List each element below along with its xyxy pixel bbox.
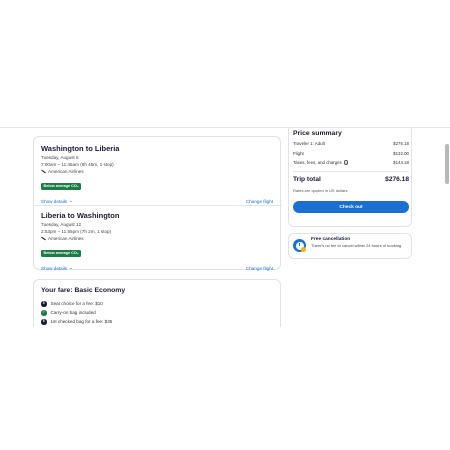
flight-leg-title: Liberia to Washington bbox=[41, 211, 120, 220]
flight-leg-airline: American Airlines bbox=[41, 236, 273, 241]
fare-item-text: Carry-on bag included bbox=[50, 310, 96, 316]
fare-item-text: Seat choice for a fee: $10 bbox=[50, 301, 103, 307]
traveler-row: Traveler 1: Adult $276.18 bbox=[293, 141, 409, 146]
chevron-down-icon: ⌄ bbox=[68, 265, 74, 270]
free-cancellation-card: Free cancellation There's no fee to canc… bbox=[288, 233, 412, 259]
flight-leg-links: Show details ⌄ Change flight bbox=[41, 198, 273, 204]
checkout-viewport: Washington to Liberia Tuesday, August 5 … bbox=[0, 127, 450, 327]
fare-title: Your fare: Basic Economy bbox=[41, 287, 126, 294]
trip-total-label: Trip total bbox=[293, 176, 321, 183]
price-divider bbox=[293, 171, 409, 172]
flights-card: Washington to Liberia Tuesday, August 5 … bbox=[33, 136, 282, 271]
airline-logo-icon bbox=[41, 169, 46, 174]
flight-leg-outbound: Washington to Liberia Tuesday, August 5 … bbox=[41, 144, 273, 204]
show-details-label: Show details bbox=[41, 265, 68, 271]
checkout-button[interactable]: Check out bbox=[293, 201, 409, 213]
taxes-row: Taxes, fees, and charges i $144.18 bbox=[293, 160, 409, 165]
cancellation-text: There's no fee to cancel within 24 hours… bbox=[311, 243, 403, 248]
change-flight-link[interactable]: Change flight bbox=[246, 199, 273, 204]
cancellation-title: Free cancellation bbox=[311, 237, 351, 242]
flight-leg-time: 7:00am – 11:45am (6h 45m, 1 stop) bbox=[41, 162, 114, 167]
info-icon[interactable]: i bbox=[343, 160, 349, 165]
flight-row: Flight $132.00 bbox=[293, 151, 409, 156]
show-details-link[interactable]: Show details ⌄ bbox=[41, 198, 74, 204]
co2-badge: Below average CO₂ bbox=[41, 249, 82, 257]
flight-value: $132.00 bbox=[393, 151, 409, 156]
fare-card: Your fare: Basic Economy $ Seat choice f… bbox=[33, 279, 281, 327]
price-summary-title: Price summary bbox=[293, 130, 342, 137]
flight-leg-links: Show details ⌄ Change flight bbox=[41, 265, 273, 271]
fare-item-text: 1st checked bag for a fee: $35 bbox=[50, 319, 113, 325]
currency-note: Rates are quoted in US dollars bbox=[293, 188, 348, 193]
check-icon: ✓ bbox=[41, 309, 47, 316]
change-flight-link[interactable]: Change flight bbox=[246, 266, 273, 271]
airline-logo-icon bbox=[41, 236, 46, 241]
show-details-label: Show details bbox=[41, 198, 68, 204]
page-scrollbar[interactable] bbox=[445, 128, 449, 326]
show-details-link[interactable]: Show details ⌄ bbox=[41, 265, 74, 271]
taxes-label-group: Taxes, fees, and charges i bbox=[293, 160, 349, 165]
scrollbar-thumb[interactable] bbox=[445, 144, 449, 184]
traveler-value: $276.18 bbox=[393, 141, 409, 146]
trip-total-value: $276.18 bbox=[385, 176, 409, 183]
airline-name: American Airlines bbox=[48, 169, 84, 174]
flight-leg-return: Liberia to Washington Tuesday, August 12… bbox=[41, 211, 273, 271]
flight-leg-time: 2:53pm – 11:55pm (7h 2m, 1 stop) bbox=[41, 229, 112, 234]
dollar-icon: $ bbox=[41, 300, 47, 307]
trip-total-row: Trip total $276.18 bbox=[293, 176, 409, 183]
clock-icon bbox=[293, 239, 306, 252]
flight-leg-date: Tuesday, August 12 bbox=[41, 222, 82, 227]
leg-divider bbox=[34, 205, 282, 206]
flight-leg-airline: American Airlines bbox=[41, 169, 273, 174]
flight-leg-date: Tuesday, August 5 bbox=[41, 155, 79, 160]
price-summary-card: Price summary Traveler 1: Adult $276.18 … bbox=[288, 128, 412, 227]
taxes-value: $144.18 bbox=[393, 160, 409, 165]
fare-item: ✓ Carry-on bag included bbox=[41, 310, 96, 316]
fare-item: $ 1st checked bag for a fee: $35 bbox=[41, 319, 112, 325]
flight-leg-title: Washington to Liberia bbox=[41, 144, 120, 153]
dollar-icon: $ bbox=[41, 318, 47, 325]
fare-item: $ Seat choice for a fee: $10 bbox=[41, 301, 103, 307]
airline-name: American Airlines bbox=[48, 236, 84, 241]
co2-badge: Below average CO₂ bbox=[41, 182, 82, 190]
traveler-label: Traveler 1: Adult bbox=[293, 141, 325, 146]
taxes-label: Taxes, fees, and charges bbox=[293, 160, 342, 165]
flight-label: Flight bbox=[293, 151, 304, 156]
chevron-down-icon: ⌄ bbox=[68, 198, 74, 203]
